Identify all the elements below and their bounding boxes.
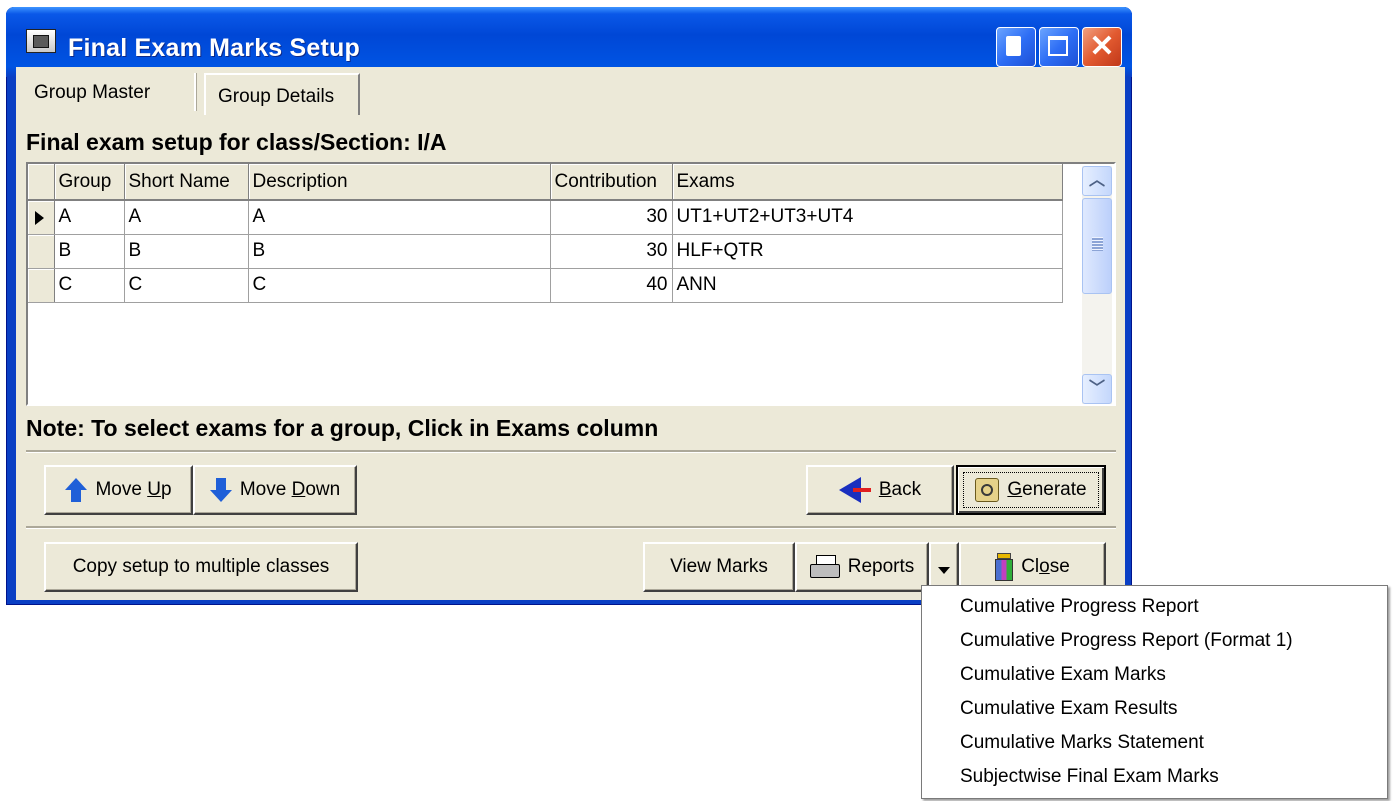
final-exam-marks-window: Final Exam Marks Setup ✕ Group Master Gr…: [6, 7, 1132, 605]
copy-setup-button[interactable]: Copy setup to multiple classes: [44, 542, 358, 592]
move-down-label: Move Down: [239, 479, 341, 500]
cell-exams[interactable]: ANN: [672, 268, 1063, 303]
cell-description[interactable]: A: [248, 200, 551, 235]
table-header-row: Group Short Name Description Contributio…: [28, 164, 1063, 201]
grid-vertical-scrollbar[interactable]: ︿ ﹀: [1082, 166, 1112, 404]
printer-icon: [809, 555, 840, 579]
row-indicator[interactable]: [28, 268, 55, 303]
tab-group-details[interactable]: Group Details: [204, 73, 360, 115]
row-indicator[interactable]: [28, 234, 55, 269]
menu-item-cumulative-marks-statement[interactable]: Cumulative Marks Statement: [960, 732, 1204, 754]
cell-contribution[interactable]: 30: [550, 234, 673, 269]
minimize-button[interactable]: [996, 27, 1036, 67]
cell-exams[interactable]: UT1+UT2+UT3+UT4: [672, 200, 1063, 235]
cell-group[interactable]: A: [54, 200, 125, 235]
cell-contribution[interactable]: 30: [550, 200, 673, 235]
scroll-down-button[interactable]: ﹀: [1082, 374, 1112, 404]
chevron-down-icon: ﹀: [1088, 380, 1105, 397]
page-heading: Final exam setup for class/Section: I/A: [26, 129, 447, 155]
column-header-group[interactable]: Group: [54, 164, 125, 201]
cell-exams[interactable]: HLF+QTR: [672, 234, 1063, 269]
table-row[interactable]: C C C 40 ANN: [28, 268, 1063, 303]
exams-note: Note: To select exams for a group, Click…: [26, 415, 659, 441]
tab-group-master[interactable]: Group Master: [24, 73, 190, 111]
chevron-up-icon: ︿: [1088, 172, 1105, 189]
close-window-button[interactable]: ✕: [1082, 27, 1122, 67]
column-header-description[interactable]: Description: [248, 164, 551, 201]
divider-top: [26, 450, 1116, 453]
cell-group[interactable]: B: [54, 234, 125, 269]
back-label: Back: [878, 479, 922, 500]
divider-bottom: [26, 526, 1116, 529]
arrow-up-icon: [65, 478, 88, 502]
close-label: Close: [1021, 556, 1070, 577]
cell-description[interactable]: C: [248, 268, 551, 303]
exit-door-icon: [995, 553, 1014, 581]
menu-item-cumulative-progress-report-format-1[interactable]: Cumulative Progress Report (Format 1): [960, 630, 1293, 652]
row-indicator-header: [28, 164, 55, 201]
menu-item-subjectwise-final-exam-marks[interactable]: Subjectwise Final Exam Marks: [960, 766, 1219, 788]
row-indicator[interactable]: [28, 200, 55, 235]
back-button[interactable]: Back: [806, 465, 954, 515]
groups-grid[interactable]: Group Short Name Description Contributio…: [26, 162, 1116, 406]
tab-separator: [194, 73, 197, 111]
reports-dropdown-menu: Cumulative Progress Report Cumulative Pr…: [921, 585, 1388, 799]
caret-down-icon: [938, 566, 950, 574]
column-header-short-name[interactable]: Short Name: [124, 164, 249, 201]
window-title: Final Exam Marks Setup: [68, 34, 360, 62]
cell-short-name[interactable]: C: [124, 268, 249, 303]
table-row[interactable]: B B B 30 HLF+QTR: [28, 234, 1063, 269]
column-header-contribution[interactable]: Contribution: [550, 164, 673, 201]
menu-item-cumulative-progress-report[interactable]: Cumulative Progress Report: [960, 596, 1199, 618]
table-row[interactable]: A A A 30 UT1+UT2+UT3+UT4: [28, 200, 1063, 235]
generate-button[interactable]: Generate: [956, 465, 1106, 515]
cell-short-name[interactable]: B: [124, 234, 249, 269]
client-area: Group Master Group Details Final exam se…: [16, 67, 1125, 600]
scroll-up-button[interactable]: ︿: [1082, 166, 1112, 196]
menu-item-cumulative-exam-marks[interactable]: Cumulative Exam Marks: [960, 664, 1166, 686]
column-header-exams[interactable]: Exams: [672, 164, 1063, 201]
move-up-label: Move Up: [95, 479, 172, 500]
reports-label: Reports: [847, 556, 915, 577]
groups-table: Group Short Name Description Contributio…: [28, 164, 1063, 303]
cell-description[interactable]: B: [248, 234, 551, 269]
cell-group[interactable]: C: [54, 268, 125, 303]
view-marks-button[interactable]: View Marks: [643, 542, 795, 592]
generate-icon: [975, 478, 1000, 502]
arrow-down-icon: [209, 478, 232, 502]
cell-contribution[interactable]: 40: [550, 268, 673, 303]
tab-group-details-label: Group Details: [218, 86, 335, 107]
scroll-thumb[interactable]: [1082, 198, 1112, 294]
menu-item-cumulative-exam-results[interactable]: Cumulative Exam Results: [960, 698, 1178, 720]
current-row-arrow-icon: [35, 211, 44, 225]
reports-button[interactable]: Reports: [795, 542, 929, 592]
cell-short-name[interactable]: A: [124, 200, 249, 235]
maximize-button[interactable]: [1039, 27, 1079, 67]
move-down-button[interactable]: Move Down: [193, 465, 357, 515]
back-arrow-icon: [838, 477, 871, 503]
move-up-button[interactable]: Move Up: [44, 465, 193, 515]
app-window-icon: [26, 29, 56, 53]
